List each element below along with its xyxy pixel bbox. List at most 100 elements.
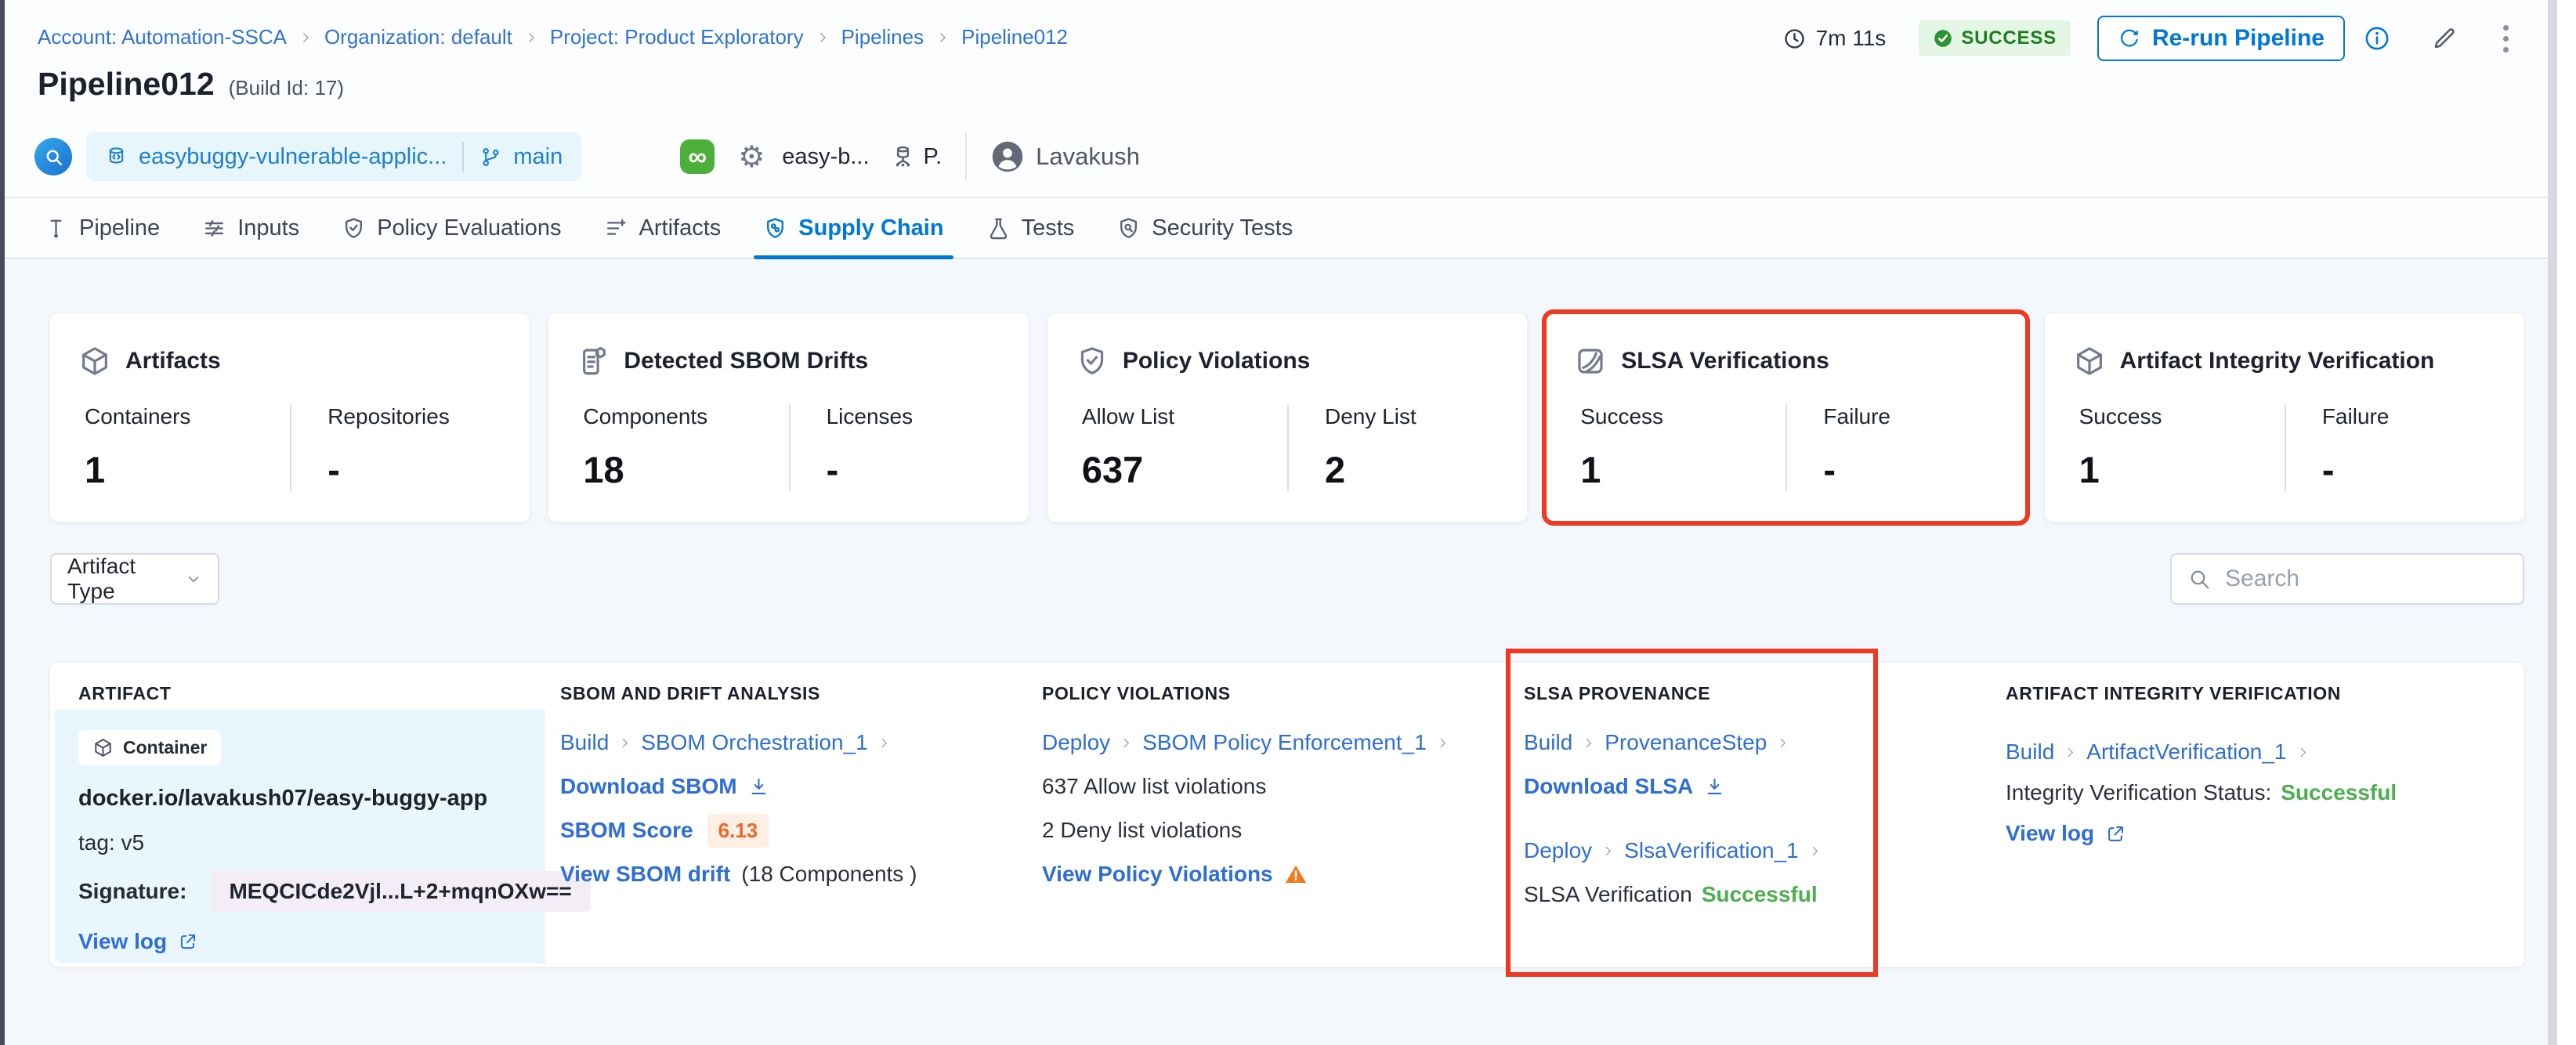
stat-label: Licenses [826, 404, 914, 428]
user-avatar [990, 139, 1025, 174]
repository-icon [105, 146, 128, 168]
rerun-pipeline-button[interactable]: Re-run Pipeline [2097, 16, 2345, 61]
execution-tabs: Pipeline Inputs Policy Evaluations Artif… [0, 197, 2548, 259]
gear-icon[interactable]: ⚙ [738, 139, 765, 174]
card-stats: Containers 1 Repositories - [78, 404, 501, 491]
signature-row: Signature: MEQCICde2Vjl...L+2+mqnOXw== [78, 871, 591, 912]
status-text: SUCCESS [1961, 27, 2057, 49]
tab-security-tests[interactable]: Security Tests [1116, 198, 1293, 258]
tab-pipeline[interactable]: Pipeline [44, 198, 160, 258]
run-meta: 7m 11s SUCCESS Re-run Pipeline [1782, 16, 2512, 61]
stat: Failure - [2284, 404, 2496, 491]
integrity-view-log-row: View log [2006, 819, 2397, 848]
slsa-cell: Build ProvenanceStep Download SLSA Deplo… [1524, 729, 1831, 924]
chevron-right-icon [1582, 736, 1595, 750]
right-gutter [2557, 0, 2576, 1045]
more-options-menu[interactable] [2500, 16, 2512, 61]
title-row: Pipeline012 (Build Id: 17) [38, 66, 344, 103]
download-slsa-link[interactable]: Download SLSA [1524, 774, 1725, 799]
stat-value: 1 [85, 449, 106, 490]
breadcrumb-pipelines[interactable]: Pipelines [841, 25, 924, 49]
step-link[interactable]: SBOM Policy Enforcement_1 [1142, 730, 1427, 755]
view-log-link[interactable]: View log [2006, 821, 2126, 846]
tab-artifacts[interactable]: Artifacts [604, 198, 721, 258]
download-sbom-label: Download SBOM [560, 774, 737, 798]
ci-stage-icon [34, 138, 72, 175]
repo-pill[interactable]: easybuggy-vulnerable-applic... main [86, 132, 582, 181]
chevron-right-icon [1808, 844, 1822, 858]
sbom-score-link[interactable]: SBOM Score [560, 818, 693, 843]
security-shield-icon [1116, 216, 1141, 240]
sbom-cell: Build SBOM Orchestration_1 Download SBOM… [560, 729, 917, 904]
card-stats: Success 1 Failure - [1574, 404, 1997, 491]
harness-ci-badge: ∞ [680, 139, 715, 174]
step-link[interactable]: SBOM Orchestration_1 [641, 730, 867, 755]
info-icon[interactable] [2364, 25, 2390, 52]
stat-label: Success [1580, 404, 1664, 428]
column-header-integrity: ARTIFACT INTEGRITY VERIFICATION [2006, 683, 2341, 703]
stat: Success 1 [1574, 404, 1785, 491]
stat: Components 18 [577, 404, 788, 491]
artifact-tag: tag: v5 [78, 830, 145, 855]
status-badge: SUCCESS [1919, 20, 2071, 56]
stat-value: - [2321, 449, 2335, 490]
artifact-cell: Container docker.io/lavakush07/easy-bugg… [55, 710, 591, 964]
check-circle-icon [1933, 28, 1953, 49]
breadcrumb-account[interactable]: Account: Automation-SSCA [38, 25, 287, 49]
tab-label: Supply Chain [798, 215, 944, 240]
stage-link[interactable]: Build [1524, 730, 1572, 755]
download-sbom-link[interactable]: Download SBOM [560, 774, 769, 799]
tab-supply-chain[interactable]: Supply Chain [754, 198, 953, 259]
cube-icon [2073, 345, 2106, 378]
download-slsa-row: Download SLSA [1524, 772, 1831, 801]
breadcrumb-organization[interactable]: Organization: default [324, 25, 512, 49]
tab-inputs[interactable]: Inputs [202, 198, 299, 258]
stat: Deny List 2 [1287, 404, 1499, 491]
collapsed-nav-rail[interactable] [0, 0, 5, 1045]
integrity-status-value: Successful [2281, 780, 2397, 805]
breadcrumb-pipeline012[interactable]: Pipeline012 [961, 25, 1068, 49]
branch-name[interactable]: main [513, 144, 563, 170]
search-input[interactable] [2223, 565, 2507, 593]
tab-tests[interactable]: Tests [986, 198, 1074, 258]
chevron-right-icon [816, 31, 830, 45]
repo-name[interactable]: easybuggy-vulnerable-applic... [139, 144, 447, 170]
stage-link[interactable]: Deploy [1524, 838, 1592, 863]
column-header-artifact: ARTIFACT [78, 683, 172, 703]
view-log-label: View log [2006, 821, 2095, 845]
stage-link[interactable]: Deploy [1042, 730, 1110, 755]
artifact-type-dropdown[interactable]: Artifact Type [50, 553, 219, 605]
step-link[interactable]: ProvenanceStep [1605, 730, 1767, 755]
rerun-label: Re-run Pipeline [2151, 25, 2325, 51]
stat: Repositories - [290, 404, 501, 491]
shield-check-icon [1076, 345, 1109, 378]
column-header-policy: POLICY VIOLATIONS [1042, 683, 1231, 703]
execution-meta-row: easybuggy-vulnerable-applic... main ∞ ⚙ … [34, 130, 1140, 183]
breadcrumb-project[interactable]: Project: Product Exploratory [550, 25, 804, 49]
artifacts-table: ARTIFACT SBOM AND DRIFT ANALYSIS POLICY … [50, 649, 2524, 977]
search-icon [44, 147, 63, 167]
card-head: Artifact Integrity Verification [2073, 345, 2496, 378]
step-link[interactable]: SlsaVerification_1 [1624, 838, 1799, 863]
stat-value: 637 [1081, 449, 1144, 490]
sbom-drift-row: View SBOM drift (18 Components ) [560, 860, 917, 888]
column-header-slsa: SLSA PROVENANCE [1524, 683, 1711, 703]
scrollbar[interactable] [2548, 0, 2557, 1045]
view-sbom-drift-link[interactable]: View SBOM drift [560, 862, 730, 887]
edit-pencil-icon[interactable] [2431, 25, 2458, 52]
drift-component-count: (18 Components ) [741, 862, 917, 886]
duration-text: 7m 11s [1815, 26, 1887, 50]
tab-label: Inputs [237, 215, 300, 240]
tab-policy-evaluations[interactable]: Policy Evaluations [342, 198, 562, 258]
stat-label: Components [583, 404, 708, 428]
stage-link[interactable]: Build [2006, 739, 2054, 765]
allow-list-violations: 637 Allow list violations [1042, 774, 1267, 798]
pipeline-icon [44, 216, 68, 240]
card-head: Policy Violations [1076, 345, 1499, 378]
stage-link[interactable]: Build [560, 730, 609, 755]
view-log-link[interactable]: View log [78, 929, 545, 954]
view-policy-violations-link[interactable]: View Policy Violations [1042, 862, 1273, 887]
step-link[interactable]: ArtifactVerification_1 [2086, 739, 2286, 765]
supply-chain-shield-icon [763, 216, 787, 240]
artifact-image-name: docker.io/lavakush07/easy-buggy-app [78, 786, 488, 811]
